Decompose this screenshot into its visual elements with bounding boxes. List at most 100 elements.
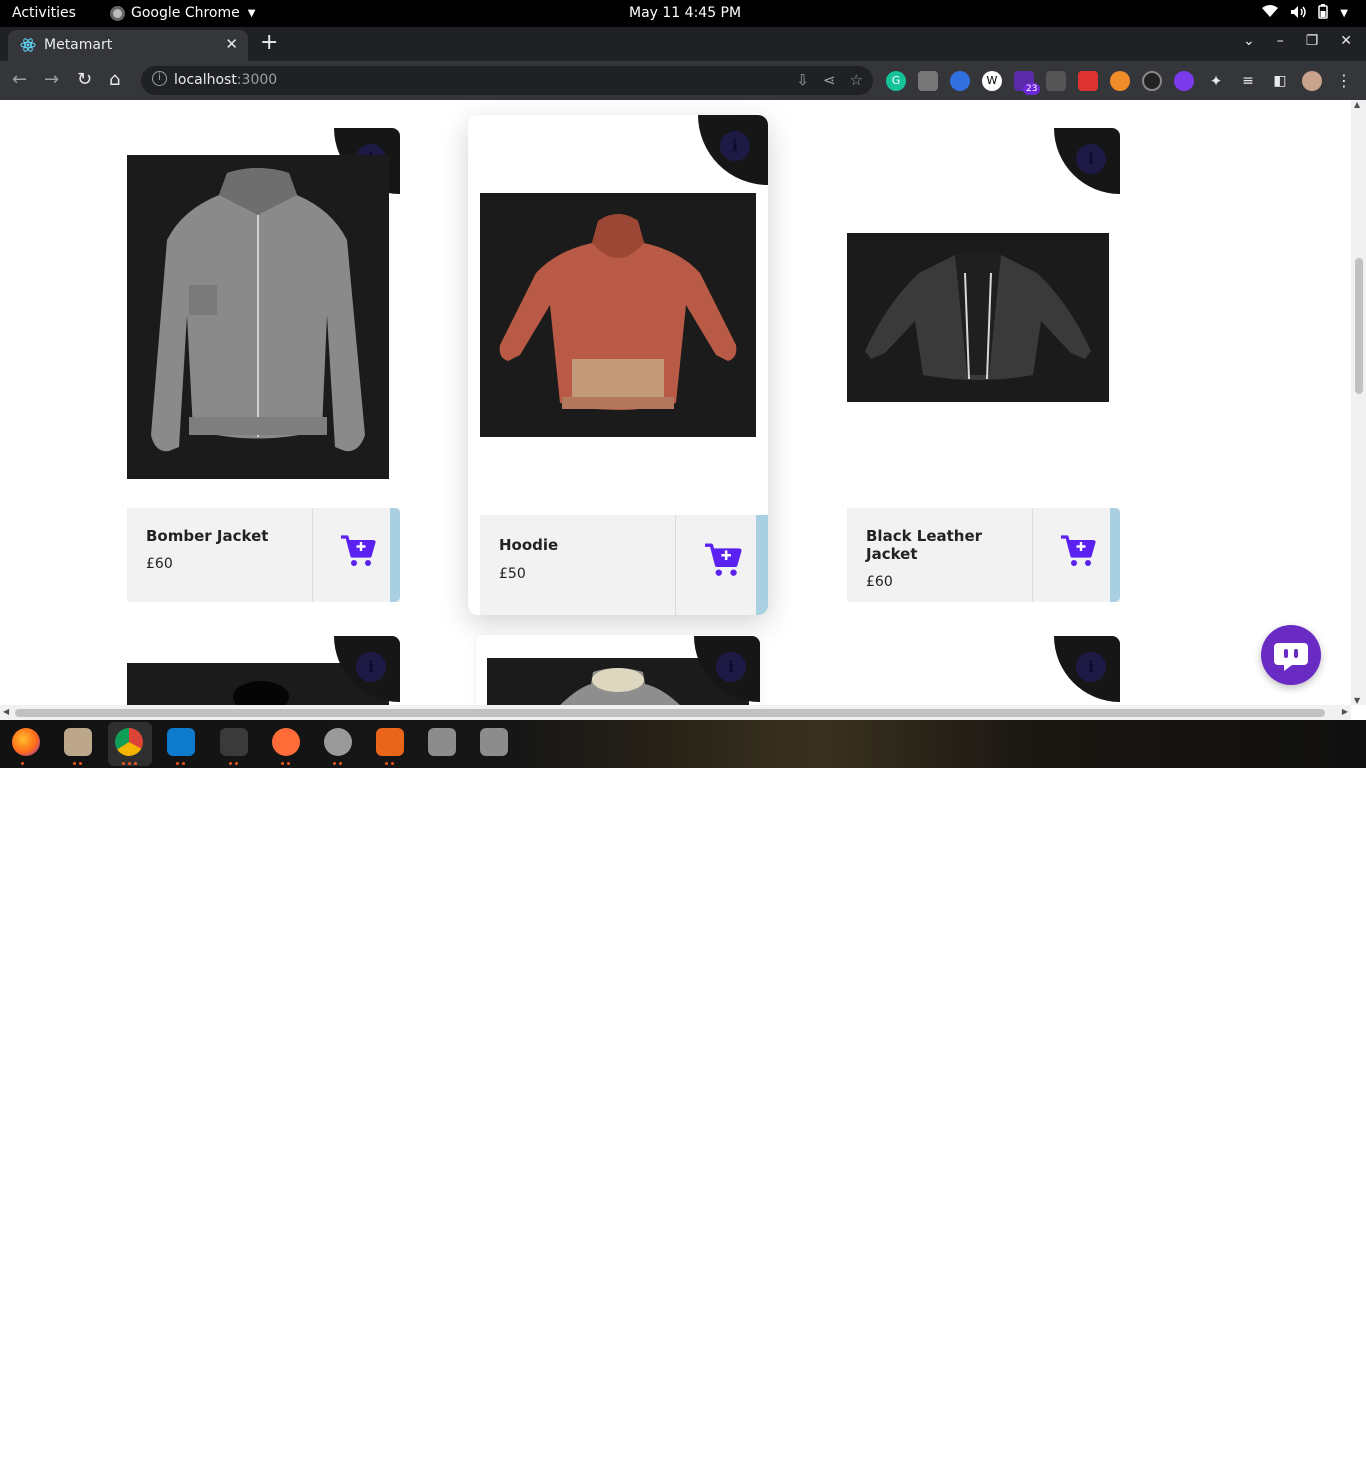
accent-stripe <box>390 508 400 602</box>
product-price: £50 <box>499 566 526 582</box>
accent-stripe <box>1110 508 1120 602</box>
reload-icon[interactable]: ↻ <box>77 69 92 90</box>
minimize-icon[interactable]: – <box>1277 33 1284 49</box>
install-app-icon[interactable]: ⇩ <box>796 71 809 89</box>
tab-title: Metamart <box>44 37 113 53</box>
info-corner[interactable]: i <box>1054 128 1120 194</box>
running-indicator <box>73 762 82 765</box>
accent-stripe <box>756 515 768 615</box>
horizontal-scrollbar[interactable]: ◀ ▶ <box>0 705 1351 720</box>
add-to-cart-icon[interactable] <box>1060 534 1096 568</box>
disk-icon[interactable] <box>428 728 456 756</box>
browser-toolbar: ← → ↻ ⌂ i localhost:3000 ⇩ ⋖ ☆ G W 23 ✦ … <box>0 61 1366 100</box>
scroll-thumb[interactable] <box>1355 258 1363 394</box>
feather-extension-icon[interactable] <box>1046 71 1066 91</box>
react-favicon-icon <box>20 37 36 53</box>
back-icon[interactable]: ← <box>12 69 27 90</box>
page-viewport: i Bomber Jacket £60 i <box>0 100 1351 705</box>
running-indicator <box>122 762 137 765</box>
grammarly-extension-icon[interactable]: G <box>886 71 906 91</box>
firefox-icon[interactable] <box>12 728 40 756</box>
red-extension-icon[interactable] <box>1078 71 1098 91</box>
product-footer: Hoodie £50 <box>480 515 768 615</box>
scroll-left-icon[interactable]: ◀ <box>3 707 9 716</box>
impress-icon[interactable] <box>376 728 404 756</box>
info-icon: i <box>1076 144 1106 174</box>
product-footer: Black Leather Jacket £60 <box>847 508 1120 602</box>
circle-extension-icon[interactable] <box>1142 71 1162 91</box>
extension-blue-icon[interactable] <box>950 71 970 91</box>
info-corner[interactable]: i <box>1054 636 1120 702</box>
battery-icon <box>1318 4 1329 23</box>
profile-avatar[interactable] <box>1302 71 1322 91</box>
chat-icon <box>1274 643 1308 671</box>
settings-gear-icon[interactable] <box>324 728 352 756</box>
wifi-icon <box>1262 5 1279 22</box>
postman-icon[interactable] <box>272 728 300 756</box>
puzzle-extensions-icon[interactable]: ✦ <box>1206 71 1226 91</box>
close-icon[interactable]: ✕ <box>225 35 238 53</box>
media-control-icon[interactable]: ≡ <box>1238 71 1258 91</box>
product-image <box>480 193 756 437</box>
gear-extension-icon[interactable] <box>1174 71 1194 91</box>
product-name: Hoodie <box>499 536 559 554</box>
show-applications-icon[interactable] <box>1329 1454 1349 1474</box>
info-icon: i <box>716 652 746 682</box>
new-tab-button[interactable]: + <box>260 30 278 55</box>
running-indicator <box>281 762 290 765</box>
info-icon: i <box>720 131 750 161</box>
scroll-thumb[interactable] <box>15 709 1325 717</box>
scroll-up-icon[interactable]: ▲ <box>1354 100 1360 109</box>
info-corner[interactable]: i <box>698 115 768 185</box>
running-indicator <box>385 762 394 765</box>
address-bar[interactable]: i localhost:3000 ⇩ ⋖ ☆ <box>141 66 873 95</box>
kebab-menu-icon[interactable]: ⋮ <box>1334 71 1354 91</box>
hoodie-image <box>499 214 737 410</box>
chat-widget-button[interactable] <box>1261 625 1321 685</box>
add-to-cart-icon[interactable] <box>704 542 742 578</box>
site-info-icon[interactable]: i <box>152 71 167 86</box>
divider <box>675 515 676 615</box>
divider <box>1032 508 1033 602</box>
disk-icon-2[interactable] <box>480 728 508 756</box>
product-card-hoodie[interactable]: i Hoodie £50 <box>468 115 768 615</box>
tab-strip: Metamart ✕ + ⌄ – ❐ ✕ <box>0 27 1366 61</box>
clock[interactable]: May 11 4:45 PM <box>629 5 741 21</box>
forward-icon[interactable]: → <box>44 69 59 90</box>
url-text: localhost:3000 <box>174 72 278 88</box>
files-icon[interactable] <box>64 728 92 756</box>
tab-search-icon[interactable]: ⌄ <box>1243 33 1255 49</box>
home-icon[interactable]: ⌂ <box>109 69 120 90</box>
window-close-icon[interactable]: ✕ <box>1340 33 1352 49</box>
power-menu-caret-icon: ▼ <box>1340 8 1348 19</box>
running-indicator <box>176 762 185 765</box>
caret-down-icon: ▼ <box>247 7 256 19</box>
vscode-icon[interactable] <box>167 728 195 756</box>
terminal-icon[interactable] <box>220 728 248 756</box>
share-icon[interactable]: ⋖ <box>823 71 836 89</box>
tab-metamart[interactable]: Metamart ✕ <box>8 30 248 61</box>
bookmark-star-icon[interactable]: ☆ <box>850 71 863 89</box>
chrome-dock-icon[interactable] <box>115 728 143 756</box>
system-top-bar: Activities Google Chrome ▼ May 11 4:45 P… <box>0 0 1366 27</box>
scroll-right-icon[interactable]: ▶ <box>1342 707 1348 716</box>
vertical-scrollbar[interactable]: ▲ ▼ <box>1351 100 1366 705</box>
window-controls: ⌄ – ❐ ✕ <box>1243 33 1352 49</box>
product-name: Black Leather Jacket <box>866 527 983 563</box>
maximize-icon[interactable]: ❐ <box>1306 33 1319 49</box>
product-name: Bomber Jacket <box>146 527 269 545</box>
orange-extension-icon[interactable] <box>1110 71 1130 91</box>
system-tray[interactable]: ▼ <box>1262 4 1348 23</box>
camera-extension-icon[interactable] <box>918 71 938 91</box>
w-extension-icon[interactable]: W <box>982 71 1002 91</box>
activities-button[interactable]: Activities <box>12 5 76 21</box>
product-price: £60 <box>866 574 893 590</box>
app-menu[interactable]: Google Chrome ▼ <box>110 5 255 21</box>
add-to-cart-icon[interactable] <box>340 534 376 568</box>
extension-badge-icon[interactable]: 23 <box>1014 71 1041 95</box>
leather-jacket-image <box>865 252 1091 380</box>
running-indicator <box>333 762 342 765</box>
scroll-down-icon[interactable]: ▼ <box>1354 696 1360 705</box>
product-image <box>847 233 1109 402</box>
side-panel-icon[interactable]: ◧ <box>1270 71 1290 91</box>
